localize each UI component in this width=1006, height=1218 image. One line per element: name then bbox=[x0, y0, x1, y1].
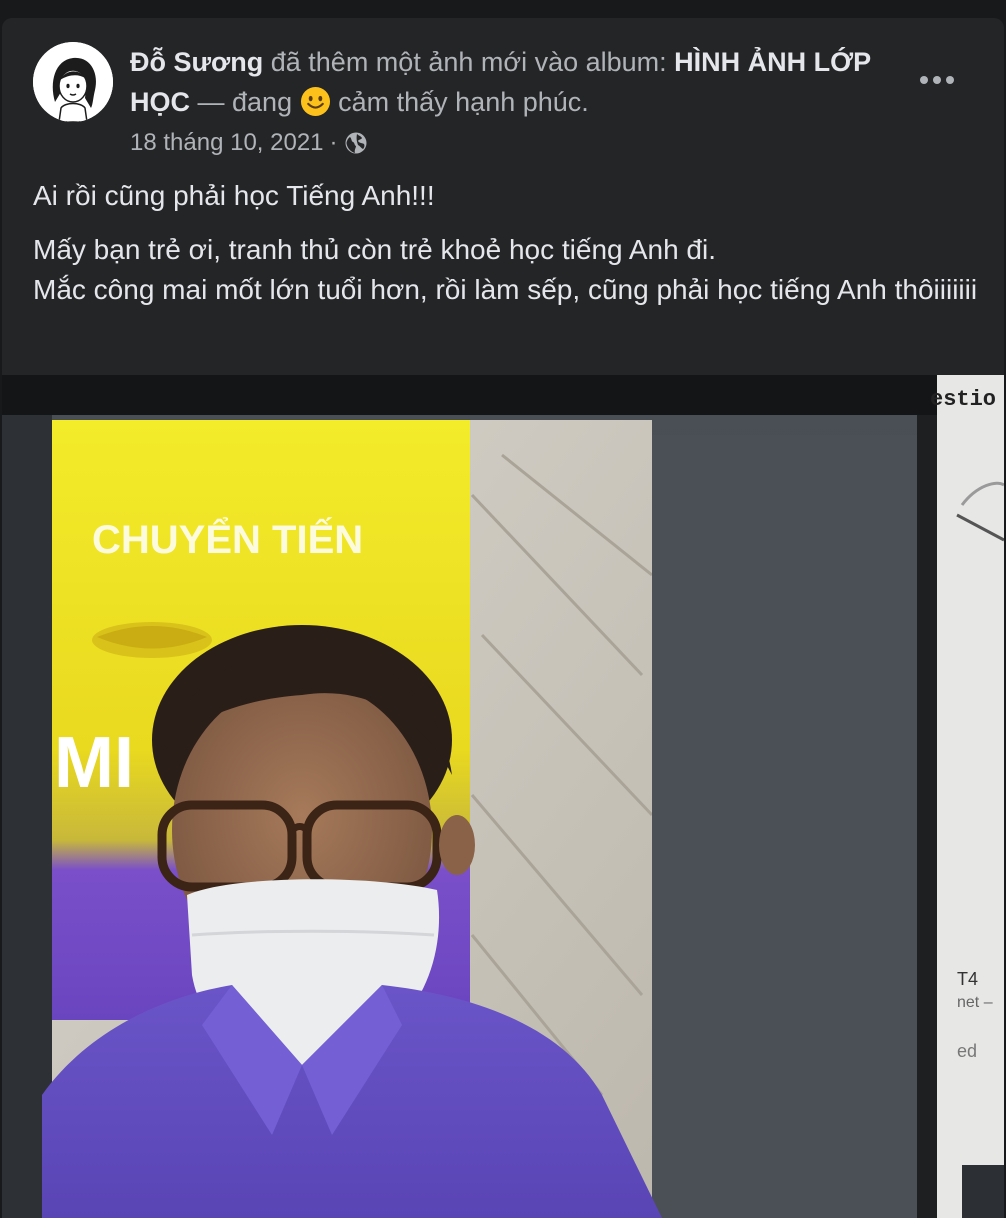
more-options-button[interactable] bbox=[906, 62, 968, 98]
side-text-2: T4 bbox=[957, 969, 978, 989]
side-text-4: ed bbox=[957, 1041, 977, 1061]
post-text-line: Mắc công mai mốt lớn tuổi hơn, rồi làm s… bbox=[33, 274, 978, 305]
banner-text: CHUYỂN TIẾN bbox=[92, 515, 363, 562]
action-text: đã thêm một ảnh mới vào album: bbox=[270, 47, 667, 77]
post-text: Ai rồi cũng phải học Tiếng Anh!!! Mấy bạ… bbox=[33, 176, 983, 310]
meta-separator: · bbox=[329, 129, 338, 156]
post-date[interactable]: 18 tháng 10, 2021 bbox=[130, 126, 324, 160]
post-text-line: Ai rồi cũng phải học Tiếng Anh!!! bbox=[33, 180, 435, 211]
globe-icon[interactable] bbox=[344, 131, 368, 155]
avatar-illustration bbox=[33, 42, 113, 122]
banner-text-short: MI bbox=[54, 723, 134, 803]
post-header: Đỗ Sương đã thêm một ảnh mới vào album: … bbox=[130, 42, 900, 122]
post-text-line: Mấy bạn trẻ ơi, tranh thủ còn trẻ khoẻ h… bbox=[33, 234, 716, 265]
side-text-3: net – bbox=[957, 994, 993, 1011]
post-card: Đỗ Sương đã thêm một ảnh mới vào album: … bbox=[2, 18, 1004, 1218]
feeling-text: cảm thấy hạnh phúc. bbox=[338, 87, 589, 117]
smiley-emoji-icon bbox=[300, 86, 330, 117]
photo-image: CHUYỂN TIẾN MI estio T4 net – ed bbox=[2, 375, 1004, 1218]
author-avatar[interactable] bbox=[33, 42, 113, 122]
side-text-1: estio bbox=[930, 387, 996, 412]
feeling-prefix: — đang bbox=[197, 87, 293, 117]
author-name[interactable]: Đỗ Sương bbox=[130, 47, 263, 77]
more-horizontal-icon bbox=[920, 76, 954, 84]
post-meta: 18 tháng 10, 2021 · bbox=[130, 126, 368, 160]
post-photo[interactable]: CHUYỂN TIẾN MI estio T4 net – ed bbox=[2, 375, 1004, 1218]
